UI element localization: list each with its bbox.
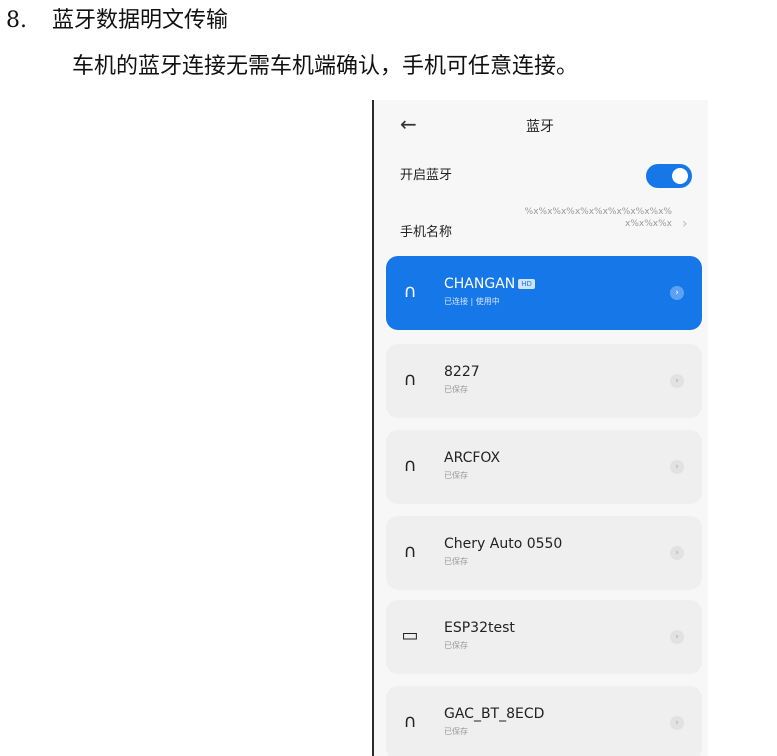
device-name: GAC_BT_8ECD <box>444 706 545 722</box>
device-card[interactable]: ∩ GAC_BT_8ECD 已保存 › <box>386 686 702 756</box>
bluetooth-toggle[interactable] <box>646 164 692 188</box>
headphones-icon: ∩ <box>403 711 417 732</box>
device-name: ESP32test <box>444 620 515 636</box>
device-status: 已保存 <box>444 471 468 480</box>
chevron-right-icon: › <box>682 216 688 232</box>
device-info-icon[interactable]: › <box>670 546 684 560</box>
device-status: 已连接 | 使用中 <box>444 297 500 306</box>
phone-name-label: 手机名称 <box>400 225 453 240</box>
heading-text: 蓝牙数据明文传输 <box>52 8 229 33</box>
headphones-icon: ∩ <box>403 281 417 302</box>
headphones-icon: ∩ <box>403 455 417 476</box>
section-heading: 8. 蓝牙数据明文传输 <box>6 6 228 36</box>
device-name: CHANGAN HD <box>444 276 535 292</box>
headphones-icon: ∩ <box>403 369 417 390</box>
section-paragraph: 车机的蓝牙连接无需车机端确认，手机可任意连接。 <box>72 54 579 79</box>
device-card[interactable]: ∩ ARCFOX 已保存 › <box>386 430 702 504</box>
page-title: 蓝牙 <box>526 119 554 135</box>
device-status: 已保存 <box>444 727 468 736</box>
device-name: ARCFOX <box>444 450 501 466</box>
toggle-knob <box>672 168 688 184</box>
device-card[interactable]: ∩ CHANGAN HD 已连接 | 使用中 › <box>386 256 702 330</box>
phone-name-value: %x%x%x%x%x%x%x%x%x%x%x%x%x%x <box>524 207 672 229</box>
heading-number: 8. <box>6 8 27 33</box>
device-card[interactable]: ∩ Chery Auto 0550 已保存 › <box>386 516 702 590</box>
device-card[interactable]: ▭ ESP32test 已保存 › <box>386 600 702 674</box>
device-status: 已保存 <box>444 641 468 650</box>
phone-screenshot: ← 蓝牙 开启蓝牙 手机名称 %x%x%x%x%x%x%x%x%x%x%x%x%… <box>372 100 708 756</box>
device-name: Chery Auto 0550 <box>444 536 563 552</box>
bluetooth-label: 开启蓝牙 <box>400 168 453 183</box>
device-info-icon[interactable]: › <box>670 716 684 730</box>
device-info-icon[interactable]: › <box>670 630 684 644</box>
laptop-icon: ▭ <box>401 625 419 646</box>
phone-left-border <box>372 100 374 756</box>
device-info-icon[interactable]: › <box>670 460 684 474</box>
device-name: 8227 <box>444 364 480 380</box>
device-info-icon[interactable]: › <box>670 374 684 388</box>
headphones-icon: ∩ <box>403 541 417 562</box>
device-status: 已保存 <box>444 385 468 394</box>
device-card[interactable]: ∩ 8227 已保存 › <box>386 344 702 418</box>
top-bar: ← 蓝牙 <box>372 100 708 150</box>
device-info-icon[interactable]: › <box>670 286 684 300</box>
device-tag: HD <box>518 279 535 289</box>
device-status: 已保存 <box>444 557 468 566</box>
